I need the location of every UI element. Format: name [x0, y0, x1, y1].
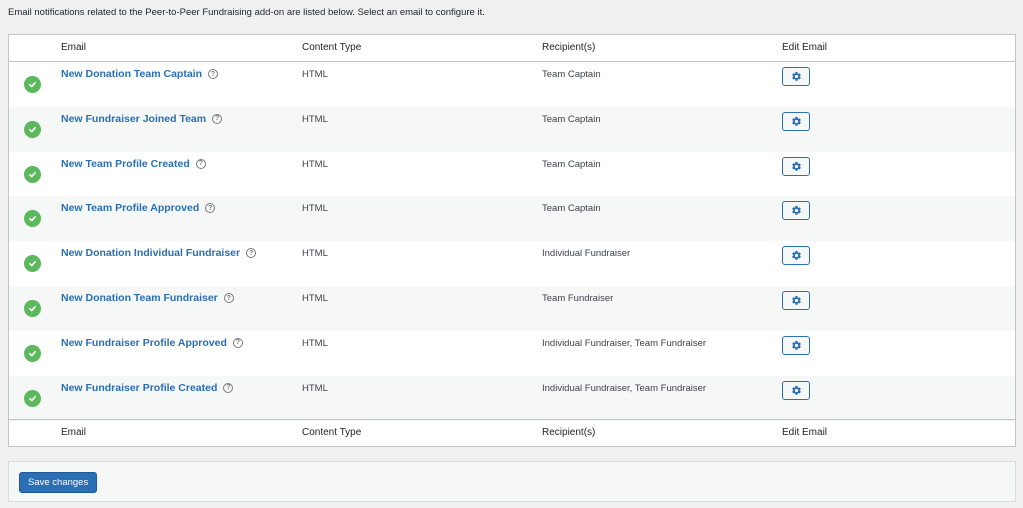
check-circle-icon: [24, 165, 41, 183]
recipients-cell: Individual Fundraiser, Team Fundraiser: [542, 382, 707, 394]
intro-text: Email notifications related to the Peer-…: [8, 7, 485, 18]
save-panel: Save changes: [8, 461, 1016, 502]
question-circle-icon[interactable]: ?: [223, 293, 234, 303]
edit-email-button[interactable]: [782, 335, 810, 355]
question-circle-icon[interactable]: ?: [205, 203, 216, 214]
edit-email-button[interactable]: [782, 156, 810, 176]
gear-icon: [791, 250, 802, 261]
email-name-link[interactable]: New Donation Individual Fundraiser?: [61, 247, 257, 260]
email-name-link[interactable]: New Donation Team Captain?: [61, 68, 218, 80]
table-row: New Donation Team Captain? HTML Team Capta…: [9, 62, 1015, 107]
recipients-cell: Team Fundraiser: [542, 293, 614, 304]
table-row: New Team Profile Created? HTML Team Captai…: [9, 152, 1015, 197]
check-circle-icon: [24, 389, 41, 407]
recipients-cell: Individual Fundraiser: [542, 248, 631, 260]
email-name: New Donation Team Captain: [61, 68, 202, 80]
recipients-cell: Team Captain: [542, 69, 601, 80]
check-circle-icon: [24, 344, 41, 362]
save-changes-button[interactable]: Save changes: [19, 472, 98, 493]
check-circle-icon: [24, 76, 41, 93]
table-row: New Donation Team Fundraiser? HTML Team Fu…: [9, 286, 1015, 331]
header-recipients: Recipient(s): [542, 42, 596, 53]
email-name: New Fundraiser Joined Team: [61, 112, 207, 125]
edit-email-button[interactable]: [782, 67, 810, 86]
gear-icon: [791, 205, 802, 216]
edit-email-button[interactable]: [782, 111, 810, 131]
recipients-cell: Team Captain: [542, 158, 601, 170]
check-circle-icon: [24, 210, 41, 228]
gear-icon: [791, 385, 802, 396]
footer-edit-email: Edit Email: [782, 427, 828, 438]
email-name-link[interactable]: New Fundraiser Joined Team?: [61, 112, 223, 125]
email-name: New Donation Individual Fundraiser: [61, 247, 241, 260]
content-type-cell: HTML: [302, 203, 328, 215]
table-row: New Fundraiser Profile Approved? HTML Indi…: [9, 331, 1015, 376]
table-row: New Donation Individual Fundraiser? HTML I…: [9, 241, 1015, 286]
footer-content-type: Content Type: [302, 427, 362, 438]
email-name-link[interactable]: New Fundraiser Profile Created?: [61, 381, 234, 394]
email-name: New Fundraiser Profile Approved: [61, 336, 227, 349]
gear-icon: [791, 71, 802, 82]
email-name-link[interactable]: New Team Profile Approved?: [61, 202, 216, 215]
email-name: New Team Profile Approved: [61, 202, 200, 215]
header-edit-email: Edit Email: [782, 42, 828, 53]
email-name: New Donation Team Fundraiser: [61, 292, 218, 304]
question-circle-icon[interactable]: ?: [223, 382, 234, 393]
check-circle-icon: [24, 255, 41, 273]
content-type-cell: HTML: [302, 69, 328, 80]
edit-email-button[interactable]: [782, 246, 810, 266]
email-name-link[interactable]: New Team Profile Created?: [61, 158, 206, 170]
email-name: New Fundraiser Profile Created: [61, 381, 218, 394]
table-footer: Email Content Type Recipient(s) Edit Ema…: [9, 419, 1015, 446]
check-circle-icon: [24, 120, 41, 138]
content-type-cell: HTML: [302, 382, 328, 394]
table-row: New Fundraiser Profile Created? HTML Indiv…: [9, 375, 1015, 421]
question-circle-icon[interactable]: ?: [195, 158, 206, 169]
email-name-link[interactable]: New Fundraiser Profile Approved?: [61, 337, 243, 349]
content-type-cell: HTML: [302, 248, 328, 260]
gear-icon: [791, 340, 802, 351]
content-type-cell: HTML: [302, 293, 328, 304]
email-name: New Team Profile Created: [61, 157, 190, 170]
gear-icon: [791, 116, 802, 127]
question-circle-icon[interactable]: ?: [246, 248, 257, 259]
header-email: Email: [61, 42, 87, 53]
content-type-cell: HTML: [302, 337, 328, 349]
footer-recipients: Recipient(s): [542, 427, 596, 438]
email-name-link[interactable]: New Donation Team Fundraiser?: [61, 292, 234, 304]
recipients-cell: Individual Fundraiser, Team Fundraiser: [542, 337, 707, 349]
edit-email-button[interactable]: [782, 380, 810, 400]
table-row: New Fundraiser Joined Team? HTML Team Capt…: [9, 106, 1015, 152]
question-circle-icon[interactable]: ?: [212, 113, 223, 124]
recipients-cell: Team Captain: [542, 113, 601, 125]
email-notifications-table: Email Content Type Recipient(s) Edit Ema…: [8, 34, 1016, 447]
footer-email: Email: [61, 427, 87, 438]
content-type-cell: HTML: [302, 158, 328, 170]
recipients-cell: Team Captain: [542, 203, 601, 215]
edit-email-button[interactable]: [782, 291, 810, 310]
gear-icon: [791, 161, 802, 172]
table-row: New Team Profile Approved? HTML Team Capta…: [9, 196, 1015, 242]
gear-icon: [791, 295, 802, 306]
table-header: Email Content Type Recipient(s) Edit Ema…: [9, 35, 1015, 62]
content-type-cell: HTML: [302, 113, 328, 125]
question-circle-icon[interactable]: ?: [232, 337, 243, 348]
question-circle-icon[interactable]: ?: [208, 69, 218, 79]
edit-email-button[interactable]: [782, 201, 810, 221]
check-circle-icon: [24, 300, 41, 317]
header-content-type: Content Type: [302, 42, 362, 53]
